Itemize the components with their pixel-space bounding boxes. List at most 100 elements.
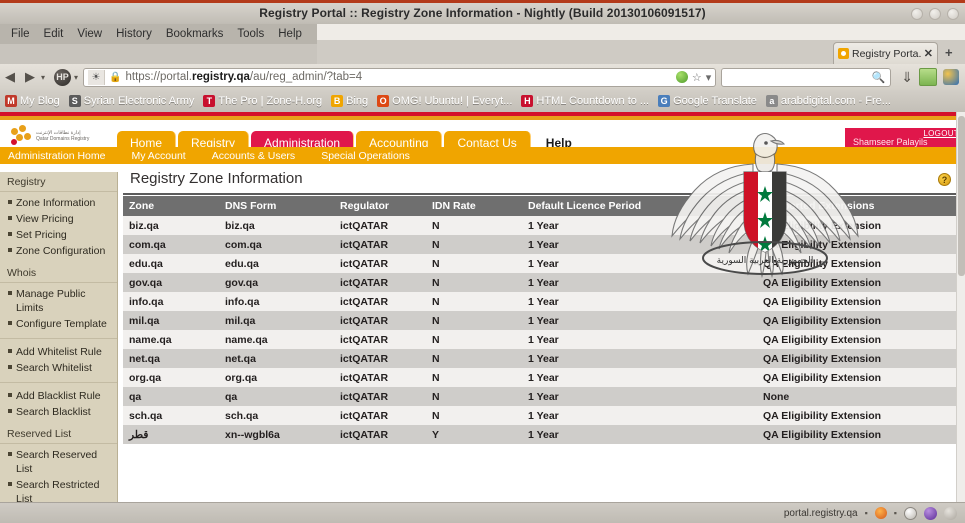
home-button-icon[interactable]: HP: [54, 68, 72, 86]
download-icon[interactable]: ⇓: [901, 69, 913, 86]
table-row[interactable]: info.qa info.qa ictQATAR N 1 Year QA Eligibil…: [123, 292, 961, 311]
table-row[interactable]: sch.qa sch.qa ictQATAR N 1 Year QA Eligibilit…: [123, 406, 961, 425]
table-row[interactable]: name.qa name.qa ictQATAR N 1 Year QA Eligibil…: [123, 330, 961, 349]
search-icon[interactable]: 🔍: [872, 71, 886, 84]
subnav-item-my-account[interactable]: My Account: [131, 150, 185, 162]
column-header-zone[interactable]: Zone: [123, 196, 219, 216]
bookmark-label: OMG! Ubuntu! | Everyt...: [392, 95, 513, 107]
menu-item-edit[interactable]: Edit: [37, 26, 71, 42]
sidebar-item-zone-configuration[interactable]: Zone Configuration: [0, 243, 117, 259]
sidebar-item-search-reserved-list[interactable]: Search Reserved List: [0, 447, 117, 477]
menu-bar: File Edit View History Bookmarks Tools Help: [0, 24, 317, 44]
url-bar[interactable]: ☀ 🔒 https://portal.registry.qa/au/reg_ad…: [83, 67, 717, 87]
portal-logo[interactable]: إدارة نطاقات الإنترنت Qatar Domains Regi…: [10, 124, 115, 148]
sidebar-item-set-pricing[interactable]: Set Pricing: [0, 227, 117, 243]
sidebar-item-view-pricing[interactable]: View Pricing: [0, 211, 117, 227]
subnav-item-special-operations[interactable]: Special Operations: [321, 150, 410, 162]
logout-link[interactable]: LOGOUT: [923, 129, 959, 138]
tab-registry-portal[interactable]: Registry Porta... ✕: [833, 42, 938, 64]
sidebar-item-zone-information[interactable]: Zone Information: [0, 195, 117, 211]
close-icon[interactable]: ✕: [924, 47, 933, 60]
addon-profile-icon[interactable]: [943, 69, 959, 85]
table-row[interactable]: net.qa net.qa ictQATAR N 1 Year QA Eligibilit…: [123, 349, 961, 368]
help-icon[interactable]: ?: [938, 173, 951, 186]
bookmark-item[interactable]: H HTML Countdown to ...: [521, 95, 649, 107]
sidebar-item-add-whitelist-rule[interactable]: Add Whitelist Rule: [0, 344, 117, 360]
content-wrapper: Registry Zone Information View Pricing Set …: [0, 164, 965, 502]
window-controls[interactable]: [911, 8, 959, 20]
sidebar-item-add-blacklist-rule[interactable]: Add Blacklist Rule: [0, 388, 117, 404]
menu-item-file[interactable]: File: [4, 26, 37, 42]
menu-item-help[interactable]: Help: [271, 26, 309, 42]
sidebar-section-whois: Whois: [0, 263, 117, 283]
bookmark-item[interactable]: G Google Translate: [658, 95, 757, 107]
back-icon[interactable]: ◀: [0, 69, 20, 85]
table-row[interactable]: org.qa org.qa ictQATAR N 1 Year QA Eligibilit…: [123, 368, 961, 387]
column-header-dns-form[interactable]: DNS Form: [219, 196, 334, 216]
globe-icon[interactable]: [675, 71, 688, 83]
table-row[interactable]: mil.qa mil.qa ictQATAR N 1 Year QA Eligibilit…: [123, 311, 961, 330]
table-row[interactable]: biz.qa biz.qa ictQATAR N 1 Year QA Eligibilit…: [123, 216, 961, 235]
bookmark-item[interactable]: M My Blog: [5, 95, 60, 107]
table-cell: com.qa: [129, 238, 166, 251]
globe-status-icon[interactable]: [924, 506, 937, 520]
site-identity-icon[interactable]: ☀: [88, 69, 106, 85]
sidebar-item-search-restricted-list[interactable]: Search Restricted List: [0, 477, 117, 502]
table-row[interactable]: qa qa ictQATAR N 1 Year None: [123, 387, 961, 406]
main-content: Registry Zone Information ? Zone DNS Form…: [119, 164, 965, 502]
menu-item-tools[interactable]: Tools: [230, 26, 271, 42]
table-row[interactable]: gov.qa gov.qa ictQATAR N 1 Year QA Eligibilit…: [123, 273, 961, 292]
bookmark-star-icon[interactable]: ☆: [692, 71, 702, 84]
column-header-default-licence-period[interactable]: Default Licence Period: [522, 196, 757, 216]
bookmark-item[interactable]: B Bing: [331, 95, 368, 107]
new-tab-button[interactable]: +: [945, 45, 953, 60]
speaker-icon[interactable]: [944, 506, 957, 520]
page-scrollbar[interactable]: [956, 112, 965, 502]
bookmark-item[interactable]: T The Pro | Zone-H.org: [203, 95, 322, 107]
g-icon: G: [658, 95, 671, 107]
search-input[interactable]: 🔍: [721, 67, 892, 87]
subnav-item-accounts-users[interactable]: Accounts & Users: [212, 150, 295, 162]
table-row[interactable]: قطر xn--wgbl6a ictQATAR Y 1 Year QA Eligibili…: [123, 425, 961, 444]
addon-green-icon[interactable]: [919, 68, 937, 86]
sidebar-item-configure-template[interactable]: Configure Template: [0, 316, 117, 332]
table-row[interactable]: com.qa com.qa ictQATAR N 1 Year QA Eligibilit…: [123, 235, 961, 254]
menu-item-bookmarks[interactable]: Bookmarks: [159, 26, 231, 42]
bookmark-item[interactable]: O OMG! Ubuntu! | Everyt...: [377, 95, 512, 107]
table-cell: 1 Year: [528, 219, 559, 232]
clock-icon[interactable]: [904, 506, 917, 520]
site-icon: a: [765, 95, 778, 107]
table-row[interactable]: edu.qa edu.qa ictQATAR N 1 Year QA Eligibilit…: [123, 254, 961, 273]
forward-icon[interactable]: ▶: [20, 69, 40, 85]
table-cell: ictQATAR: [340, 428, 389, 441]
toolbar-caret-icon[interactable]: ▾: [74, 73, 78, 82]
sidebar-item-search-whitelist[interactable]: Search Whitelist: [0, 360, 117, 376]
sidebar-item-search-blacklist[interactable]: Search Blacklist: [0, 404, 117, 420]
subnav-item-administration-home[interactable]: Administration Home: [8, 150, 105, 162]
table-cell: ictQATAR: [340, 333, 389, 346]
table-cell: N: [432, 295, 440, 308]
bookmark-item[interactable]: S Syrian Electronic Army: [68, 95, 194, 107]
table-cell: 1 Year: [528, 238, 559, 251]
firefox-icon[interactable]: [874, 507, 887, 519]
menu-item-view[interactable]: View: [70, 26, 109, 42]
table-cell: org.qa: [129, 371, 162, 384]
minimize-button[interactable]: [911, 8, 923, 20]
history-dropdown-icon[interactable]: ▾: [41, 73, 45, 82]
table-header-row: Zone DNS Form Regulator IDN Rate Default Lic…: [123, 196, 961, 216]
table-cell: N: [432, 314, 440, 327]
menu-item-history[interactable]: History: [109, 26, 159, 42]
table-cell: 1 Year: [528, 276, 559, 289]
title-divider: [123, 193, 961, 195]
column-header-regulator[interactable]: Regulator: [334, 196, 426, 216]
url-caret-icon[interactable]: ▾: [706, 71, 712, 84]
sidebar-section-reserved-list: Reserved List: [0, 424, 117, 444]
maximize-button[interactable]: [929, 8, 941, 20]
table-cell: edu.qa: [129, 257, 163, 270]
close-button[interactable]: [947, 8, 959, 20]
bookmark-item[interactable]: a arabdigital.com - Fre...: [765, 95, 891, 107]
column-header-idn-rate[interactable]: IDN Rate: [426, 196, 522, 216]
scrollbar-thumb[interactable]: [958, 116, 965, 276]
sidebar-item-manage-public-limits[interactable]: Manage Public Limits: [0, 286, 117, 316]
column-header-supported-extensions[interactable]: Supported Extensions: [757, 196, 961, 216]
